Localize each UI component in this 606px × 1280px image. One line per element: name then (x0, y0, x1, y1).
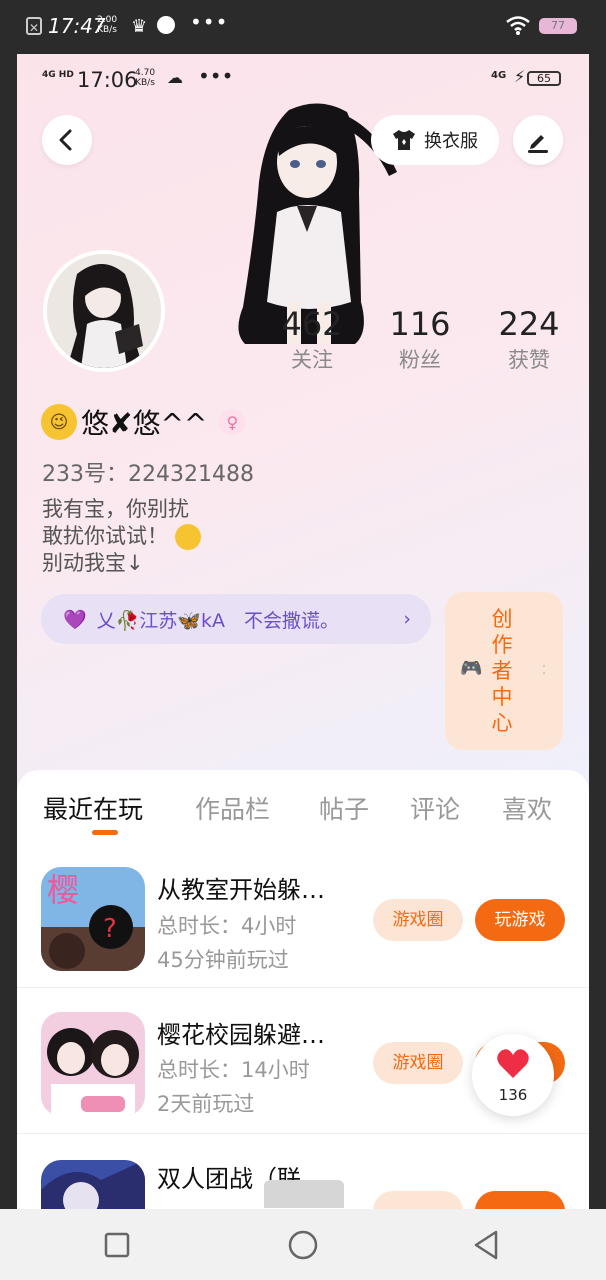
game-thumbnail[interactable] (41, 1012, 145, 1116)
pencil-icon (528, 135, 548, 153)
recent-apps-button[interactable] (104, 1232, 130, 1258)
inner-status-bar: 4G HD 17:06 4.70 KB/s ☁ ••• 4G ⚡ 65 (17, 54, 589, 104)
tab-likes[interactable]: 喜欢 (502, 790, 552, 826)
username: 😉 悠✘悠^^ ♀ (41, 402, 246, 442)
game-title[interactable]: 从教室开始躲… (157, 870, 325, 905)
inner-network-speed: 4.70 KB/s (135, 68, 156, 88)
stat-followers[interactable]: 116 粉丝 (365, 304, 475, 374)
play-game-button[interactable] (475, 1191, 565, 1209)
tab-comments[interactable]: 评论 (410, 790, 460, 826)
game-duration: 总时长：14小时 (157, 1058, 310, 1082)
game-row[interactable]: 樱 ? 从教室开始躲… 总时长：4小时 45分钟前玩过 游戏圈 玩游戏 (17, 842, 589, 988)
inner-battery: 65 (527, 71, 561, 86)
active-tab-indicator (92, 830, 118, 835)
tab-works[interactable]: 作品栏 (195, 790, 270, 826)
wink-emoji-icon: 😉 (41, 404, 77, 440)
game-last-played: 45分钟前玩过 (157, 948, 289, 972)
signature-tag-pill[interactable]: 💜 乂🥀江苏🦋kA 不会撒谎。 › (41, 594, 431, 644)
more-notifications-icon: ••• (190, 10, 229, 34)
charging-icon: ⚡ (514, 67, 526, 86)
stat-likes[interactable]: 224 获赞 (474, 304, 584, 374)
more-icon: ••• (198, 64, 234, 88)
close-notification-icon: ✕ (26, 17, 42, 35)
colon-icon: : (541, 658, 548, 679)
crown-icon: ♛ (131, 16, 148, 37)
tab-recently-played[interactable]: 最近在玩 (43, 790, 143, 826)
gamepad-icon: 🎮 (460, 658, 483, 679)
game-duration: 总时长：4小时 (157, 914, 297, 938)
game-thumbnail[interactable]: 樱 ? (41, 867, 145, 971)
profile-stats: 462 关注 116 粉丝 224 获赞 (17, 304, 589, 384)
user-id: 233号：224321488 (42, 462, 254, 487)
home-button[interactable] (288, 1230, 318, 1260)
following-count: 462 (281, 305, 343, 343)
battery-indicator: 77 (539, 18, 577, 34)
bio-line-2: 敢扰你试试！ (42, 523, 201, 550)
back-button[interactable] (42, 115, 92, 165)
edit-profile-button[interactable] (513, 115, 563, 165)
female-gender-icon: ♀ (219, 409, 246, 435)
change-outfit-button[interactable]: 换衣服 (371, 115, 499, 165)
cloud-icon: ☁ (167, 68, 183, 87)
like-count: 136 (498, 1086, 528, 1104)
stat-following[interactable]: 462 关注 (257, 304, 367, 374)
wifi-icon (506, 16, 530, 35)
creator-center-button[interactable]: 创作者中心 🎮 : (445, 592, 563, 750)
network-type: 4G (491, 70, 507, 81)
planet-icon (157, 16, 175, 34)
game-title[interactable]: 樱花校园躲避… (157, 1015, 325, 1050)
smirk-emoji-icon (174, 524, 201, 550)
tab-posts[interactable]: 帖子 (319, 790, 369, 826)
followers-count: 116 (389, 305, 451, 343)
floating-handle[interactable] (264, 1180, 344, 1208)
bio-line-3: 别动我宝↓ (42, 551, 144, 575)
screen-recording: 4G HD 17:06 4.70KB/s ☁ ••• 4G ⚡ 65 换衣服 (17, 54, 589, 1209)
game-circle-button[interactable]: 游戏圈 (373, 1042, 463, 1084)
heart-icon: 💜 (63, 608, 87, 631)
system-navigation-bar (0, 1209, 606, 1280)
bio-line-1: 我有宝，你别扰 (42, 497, 189, 521)
tshirt-icon (393, 130, 415, 150)
game-circle-button[interactable] (373, 1191, 463, 1209)
game-thumbnail-image (41, 1012, 145, 1116)
game-thumbnail-image: 樱 ? (41, 867, 145, 971)
heart-icon (497, 1049, 529, 1078)
recent-games-list: 樱 ? 从教室开始躲… 总时长：4小时 45分钟前玩过 游戏圈 玩游戏 樱花校园… (17, 842, 589, 1209)
svg-text:?: ? (103, 914, 117, 944)
network-speed: 2.00 KB/s (97, 15, 118, 35)
svg-text:樱: 樱 (47, 871, 79, 909)
signal-icon: 4G HD (42, 70, 74, 80)
signature-tag-text: 乂🥀江苏🦋kA 不会撒谎。 (96, 609, 339, 632)
game-last-played: 2天前玩过 (157, 1092, 255, 1116)
following-label: 关注 (291, 348, 333, 372)
followers-label: 粉丝 (399, 348, 441, 372)
chevron-left-icon (59, 129, 72, 151)
game-thumbnail-image (41, 1160, 145, 1209)
system-status-bar: ✕ 17:47 2.00 KB/s ♛ ••• 77 (0, 0, 606, 54)
game-circle-button[interactable]: 游戏圈 (373, 899, 463, 941)
like-button[interactable]: 136 (472, 1034, 554, 1116)
likes-count: 224 (498, 305, 560, 343)
user-bio: 我有宝，你别扰 敢扰你试试！ 别动我宝↓ (42, 496, 201, 577)
chevron-right-icon: › (403, 608, 411, 630)
creator-center-label: 创作者中心 (491, 607, 513, 735)
inner-time: 17:06 (77, 68, 138, 92)
likes-label: 获赞 (508, 348, 550, 372)
change-outfit-label: 换衣服 (424, 131, 478, 152)
content-tabs: 最近在玩 作品栏 帖子 评论 喜欢 (17, 770, 589, 843)
game-thumbnail[interactable] (41, 1160, 145, 1209)
username-text: 悠✘悠^^ (81, 407, 208, 440)
play-game-button[interactable]: 玩游戏 (475, 899, 565, 941)
back-nav-button[interactable] (472, 1229, 500, 1261)
